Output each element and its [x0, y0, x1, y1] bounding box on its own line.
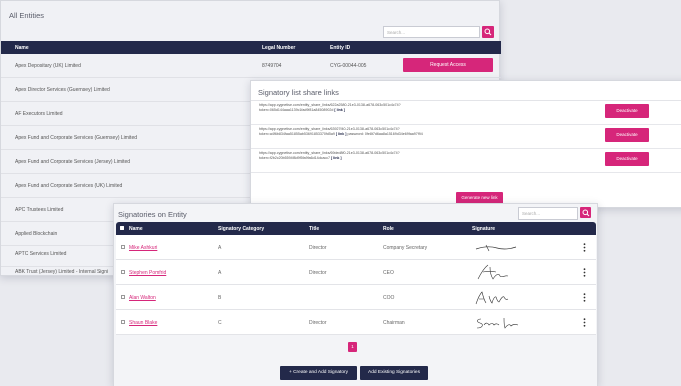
share-link-row: https://app.cygnetise.com/entity_share_l…	[251, 101, 681, 125]
share-link-token: token=f2b2c20b5594f8d9f5fa9fa6d14dcacc7	[259, 156, 331, 160]
row-checkbox[interactable]	[121, 320, 125, 324]
signature-image	[476, 317, 519, 329]
entity-name: Apex Fund and Corporate Services (Guerns…	[15, 135, 138, 141]
entities-search-button[interactable]	[482, 26, 494, 38]
entity-name: APC Trustees Limited	[15, 207, 64, 213]
signatory-title: Director	[309, 245, 327, 251]
entity-name: Apex Director Services (Guernsey) Limite…	[15, 87, 110, 93]
share-link-text: https://app.cygnetise.com/entity_share_l…	[259, 103, 589, 113]
entity-name: Apex Depositary (UK) Limited	[15, 63, 81, 69]
signatory-role: COO	[383, 295, 395, 301]
deactivate-button[interactable]: Deactivate	[605, 128, 649, 142]
more-options-icon[interactable]	[583, 243, 586, 252]
row-checkbox[interactable]	[121, 245, 125, 249]
signatories-search-button[interactable]	[580, 207, 591, 218]
share-links-title: Signatory list share links	[258, 88, 339, 97]
signatories-search-input[interactable]: Search...	[518, 207, 578, 220]
col-legal-number: Legal Number	[262, 45, 296, 51]
search-icon	[582, 209, 590, 217]
signatory-title: Director	[309, 320, 327, 326]
entities-table-header: Name Legal Number Entity ID	[1, 41, 501, 54]
col-name: Name	[129, 226, 143, 232]
entity-name: Apex Fund and Corporate Services (UK) Li…	[15, 183, 123, 189]
request-access-button[interactable]: Request Access	[403, 58, 493, 72]
signatory-name-link[interactable]: Alan Walton	[129, 295, 156, 301]
col-entity-id: Entity ID	[330, 45, 351, 51]
share-link-anchor[interactable]: [ link ]	[336, 132, 347, 136]
deactivate-button[interactable]: Deactivate	[605, 152, 649, 166]
deactivate-button[interactable]: Deactivate	[605, 104, 649, 118]
signatory-category: A	[218, 270, 222, 276]
share-link-anchor[interactable]: [ link ]	[331, 156, 342, 160]
signatory-role: Chairman	[383, 320, 405, 326]
share-link-token: token=065d144aaa1139c1fad9f81a84508902d	[259, 108, 334, 112]
share-link-text: https://app.cygnetise.com/entity_share_l…	[259, 127, 589, 137]
signatory-category: B	[218, 295, 222, 301]
search-icon	[484, 28, 492, 36]
select-all-checkbox[interactable]	[120, 226, 124, 230]
signatory-row[interactable]: Alan Walton B COO	[116, 285, 596, 310]
share-link-password: password: 0fe8t7d6aa8a15169d34e69faa97f9…	[347, 132, 423, 136]
signatory-role: Company Secretary	[383, 245, 428, 251]
signatory-role: CEO	[383, 270, 394, 276]
row-checkbox[interactable]	[121, 295, 125, 299]
entity-legal-number: 8749704	[262, 63, 282, 69]
share-link-text: https://app.cygnetise.com/entity_share_l…	[259, 151, 589, 161]
col-signature: Signature	[472, 226, 496, 232]
signatories-table-header: Name Signatory Category Title Role Signa…	[116, 222, 596, 235]
more-options-icon[interactable]	[583, 293, 586, 302]
signatory-name-link[interactable]: Shaun Blake	[129, 320, 157, 326]
signatory-row[interactable]: Shaun Blake C Director Chairman	[116, 310, 596, 335]
col-name: Name	[15, 45, 29, 51]
col-signatory-category: Signatory Category	[218, 226, 265, 232]
more-options-icon[interactable]	[583, 268, 586, 277]
share-link-token: token=a4f6b834faa51855ab53691853370fd5a9	[259, 132, 335, 136]
signatory-title: Director	[309, 270, 327, 276]
pagination-page-button[interactable]: 1	[348, 342, 357, 352]
signatory-category: C	[218, 320, 222, 326]
entities-title: All Entities	[9, 11, 45, 20]
signature-image	[477, 264, 509, 280]
entity-name: APTC Services Limited	[15, 251, 67, 257]
share-link-anchor[interactable]: [ link ]	[334, 108, 345, 112]
entity-row[interactable]: Apex Depositary (UK) Limited 8749704 CYG…	[1, 54, 501, 78]
signatory-row[interactable]: Mike Ashkuri A Director Company Secretar…	[116, 235, 596, 260]
signatory-row[interactable]: Stephen Pomfrid A Director CEO	[116, 260, 596, 285]
entity-name: Apex Fund and Corporate Services (Jersey…	[15, 159, 131, 165]
create-add-signatory-button[interactable]: + Create and Add Signatory	[280, 366, 357, 380]
entity-id: CYG-00044-005	[330, 63, 367, 69]
col-title: Title	[309, 226, 320, 232]
share-links-panel: Signatory list share links https://app.c…	[250, 80, 681, 208]
entity-name: ABK Trust (Jersey) Limited - Internal Si…	[15, 269, 109, 275]
signatory-name-link[interactable]: Stephen Pomfrid	[129, 270, 166, 276]
share-link-row: https://app.cygnetise.com/entity_share_l…	[251, 149, 681, 173]
row-checkbox[interactable]	[121, 270, 125, 274]
share-link-row: https://app.cygnetise.com/entity_share_l…	[251, 125, 681, 149]
entities-search-input[interactable]: Search...	[383, 26, 480, 38]
add-existing-signatories-button[interactable]: Add Existing Signatories	[360, 366, 428, 380]
col-role: Role	[383, 226, 394, 232]
entity-name: AF Executors Limited	[15, 111, 63, 117]
signatories-panel: Signatories on Entity Search... Name Sig…	[113, 203, 598, 386]
signature-image	[475, 244, 517, 252]
signatory-name-link[interactable]: Mike Ashkuri	[129, 245, 157, 251]
entity-name: Applied Blockchain	[15, 231, 58, 237]
signature-image	[475, 291, 509, 305]
signatory-category: A	[218, 245, 222, 251]
more-options-icon[interactable]	[583, 318, 586, 327]
signatories-title: Signatories on Entity	[118, 210, 187, 219]
